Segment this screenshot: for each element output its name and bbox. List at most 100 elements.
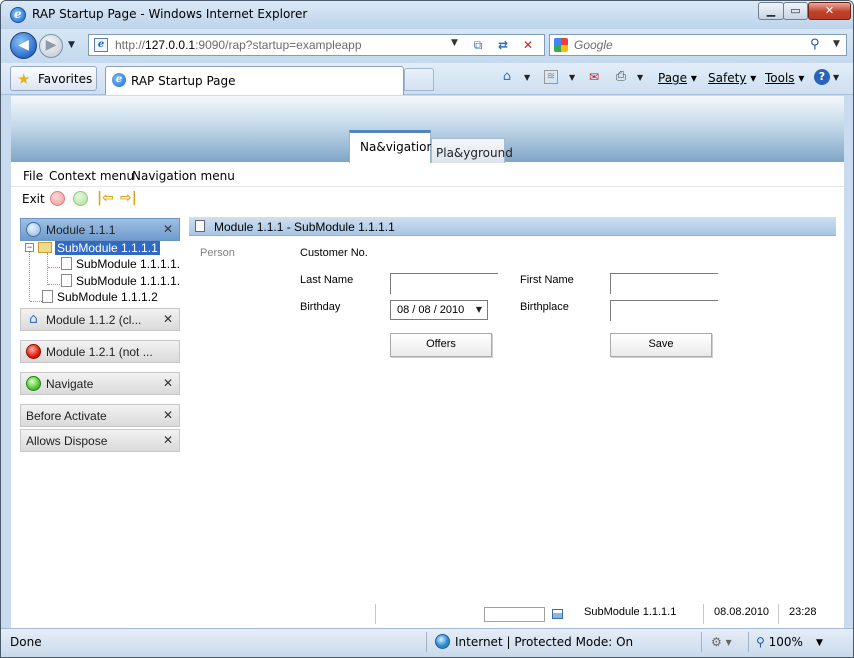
compatibility-view-icon[interactable]: ⧉ xyxy=(469,37,487,53)
status-date: 08.08.2010 xyxy=(714,606,770,618)
tree-item-child-2[interactable]: SubModule 1.1.1.1. xyxy=(61,274,180,290)
first-name-field[interactable] xyxy=(610,273,718,294)
home-icon[interactable]: ⌂ xyxy=(499,69,515,85)
last-name-field[interactable] xyxy=(390,273,498,294)
chevron-down-icon[interactable]: ▼ xyxy=(472,303,486,317)
print-dropdown[interactable]: ▼ xyxy=(637,73,643,82)
stop-icon[interactable]: ✕ xyxy=(519,37,537,53)
tools-menu[interactable]: Tools ▾ xyxy=(765,71,804,85)
zoom-control[interactable]: ⚲ 100% xyxy=(756,635,803,649)
help-dropdown[interactable]: ▼ xyxy=(833,73,839,82)
close-icon[interactable]: ✕ xyxy=(163,222,173,236)
forward-button[interactable]: ▶ xyxy=(39,34,63,58)
maximize-button[interactable]: ▭ xyxy=(783,2,808,20)
search-options-dropdown[interactable]: ▼ xyxy=(833,39,840,49)
green-ball-icon xyxy=(26,376,41,391)
status-input[interactable] xyxy=(484,607,545,622)
home-dropdown[interactable]: ▼ xyxy=(524,73,530,82)
first-name-label: First Name xyxy=(520,274,574,286)
print-icon[interactable]: ⎙ xyxy=(613,69,629,85)
module-navigate[interactable]: Navigate ✕ xyxy=(20,372,180,395)
menu-context[interactable]: Context menu xyxy=(49,169,134,183)
module-before-activate[interactable]: Before Activate ✕ xyxy=(20,404,180,427)
safety-menu[interactable]: Safety ▾ xyxy=(708,71,756,85)
submodule-header: Module 1.1.1 - SubModule 1.1.1.1 xyxy=(189,217,836,236)
module-1-1-2[interactable]: ⌂ Module 1.1.2 (cl... ✕ xyxy=(20,308,180,331)
document-icon xyxy=(195,220,205,232)
recent-pages-dropdown[interactable]: ▼ xyxy=(68,40,75,50)
tree-item-submodule-1-1-1-1[interactable]: SubModule 1.1.1.1 xyxy=(38,241,160,257)
close-icon[interactable]: ✕ xyxy=(163,408,173,422)
offers-button[interactable]: Offers xyxy=(390,333,492,357)
tree-item-submodule-1-1-1-2[interactable]: SubModule 1.1.1.2 xyxy=(42,290,158,306)
minimize-button[interactable]: ▁ xyxy=(758,2,784,20)
tree-item-label: SubModule 1.1.1.2 xyxy=(57,290,158,304)
save-button[interactable]: Save xyxy=(610,333,712,357)
module-1-2-1[interactable]: Module 1.2.1 (not ... xyxy=(20,340,180,363)
birthday-label: Birthday xyxy=(300,301,341,313)
tree-item-child-1[interactable]: SubModule 1.1.1.1. xyxy=(61,257,180,273)
module-1-1-1[interactable]: Module 1.1.1 ✕ xyxy=(20,218,180,241)
menu-file[interactable]: File xyxy=(23,169,43,183)
home-icon: ⌂ xyxy=(29,311,38,327)
collapse-icon[interactable]: − xyxy=(25,243,34,252)
back-arrow-icon[interactable]: |⇦ xyxy=(97,190,114,206)
tab-playground[interactable]: Pla&yground xyxy=(431,138,513,163)
help-icon[interactable]: ? xyxy=(814,69,830,85)
tree-line xyxy=(29,247,30,301)
tab-title: RAP Startup Page xyxy=(131,74,236,88)
status-divider xyxy=(426,632,427,652)
document-icon xyxy=(42,290,53,303)
tree-item-label: SubModule 1.1.1.1 xyxy=(55,241,160,255)
red-ball-icon[interactable] xyxy=(50,191,65,206)
forward-arrow-icon[interactable]: ⇨| xyxy=(120,190,137,206)
customer-no-label: Customer No. xyxy=(300,247,368,259)
mail-icon[interactable]: ✉ xyxy=(586,69,602,85)
url-host: 127.0.0.1 xyxy=(145,38,196,52)
refresh-icon[interactable]: ⇄ xyxy=(494,37,512,53)
address-bar[interactable]: e http://127.0.0.1:9090/rap?startup=exam… xyxy=(88,34,545,56)
search-icon[interactable]: ⚲ xyxy=(810,37,820,52)
folder-open-icon xyxy=(38,242,52,253)
close-window-button[interactable]: ✕ xyxy=(808,2,851,20)
tree-line xyxy=(48,284,62,285)
favorites-label: Favorites xyxy=(38,72,93,86)
close-icon[interactable]: ✕ xyxy=(163,433,173,447)
module-allows-dispose[interactable]: Allows Dispose ✕ xyxy=(20,429,180,452)
ie-logo-icon: e xyxy=(10,7,26,23)
search-box[interactable]: Google ⚲ ▼ xyxy=(549,34,847,56)
tree-line xyxy=(47,253,48,285)
close-icon[interactable]: ✕ xyxy=(163,376,173,390)
url-text[interactable]: http://127.0.0.1:9090/rap?startup=exampl… xyxy=(115,38,362,52)
exit-button[interactable]: Exit xyxy=(22,192,45,206)
tab-navigation[interactable]: Na&vigation xyxy=(349,130,435,163)
security-zone[interactable]: Internet | Protected Mode: On xyxy=(455,635,633,649)
feeds-icon[interactable]: ≋ xyxy=(544,70,558,84)
feeds-dropdown[interactable]: ▼ xyxy=(569,73,575,82)
menu-navigation[interactable]: Navigation menu xyxy=(132,169,235,183)
module-label: Module 1.1.2 (cl... xyxy=(46,313,142,327)
birthplace-field[interactable] xyxy=(610,300,718,321)
close-icon[interactable]: ✕ xyxy=(163,312,173,326)
new-tab-button[interactable] xyxy=(404,68,434,91)
google-logo-icon xyxy=(554,38,568,52)
browser-tab[interactable]: e RAP Startup Page xyxy=(105,66,404,95)
module-label: Allows Dispose xyxy=(26,434,108,448)
tab-navigation-label: Na&vigation xyxy=(360,140,435,154)
green-ball-icon[interactable] xyxy=(73,191,88,206)
favorites-button[interactable]: ★ Favorites xyxy=(10,66,97,91)
command-bar: ★ Favorites e RAP Startup Page ⌂ ▼ ≋ ▼ ✉… xyxy=(1,63,853,95)
status-done: Done xyxy=(10,635,42,649)
address-dropdown[interactable]: ▼ xyxy=(451,38,458,48)
search-input[interactable]: Google xyxy=(574,38,613,52)
back-button[interactable]: ◀ xyxy=(10,32,37,59)
close-icon: ✕ xyxy=(824,4,835,17)
calendar-icon[interactable] xyxy=(552,609,563,619)
zoom-dropdown[interactable]: ▼ xyxy=(816,638,823,648)
app-menu-bar: File Context menu Navigation menu xyxy=(11,163,844,187)
birthday-date-picker[interactable]: 08 / 08 / 2010 ▼ xyxy=(390,300,488,320)
app-status-bar: SubModule 1.1.1.1 08.08.2010 23:28 xyxy=(11,601,844,627)
add-ons-icon[interactable]: ⚙ ▾ xyxy=(711,635,732,649)
page-menu[interactable]: Page ▾ xyxy=(658,71,697,85)
status-divider xyxy=(703,604,704,624)
